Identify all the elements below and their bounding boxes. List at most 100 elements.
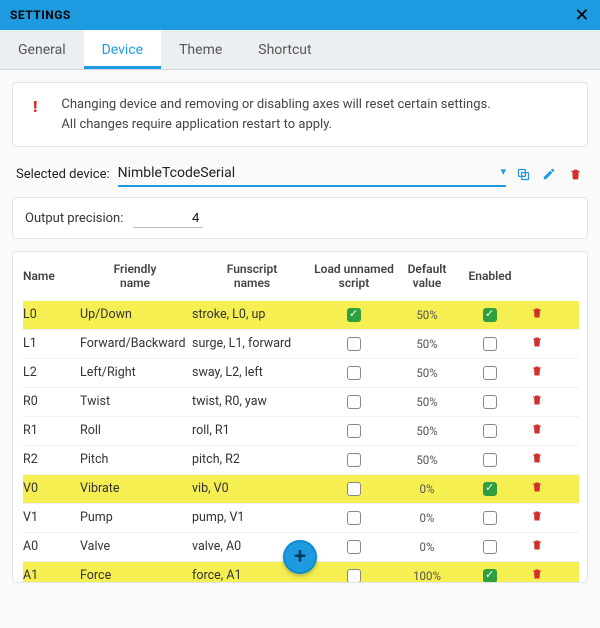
load-unnamed-checkbox[interactable]: [314, 452, 394, 467]
default-value: 50%: [396, 424, 458, 438]
table-row: R1Rollroll, R1 50%: [23, 417, 579, 446]
load-unnamed-checkbox[interactable]: [314, 394, 394, 409]
selected-device-label: Selected device:: [16, 167, 110, 182]
enabled-checkbox[interactable]: [460, 452, 520, 467]
friendly-name: Pump: [80, 510, 190, 525]
delete-row-icon[interactable]: [522, 480, 552, 498]
window-title: SETTINGS: [10, 8, 71, 22]
table-header: NameFriendlynameFunscriptnamesLoad unnam…: [23, 252, 579, 301]
default-value: 50%: [396, 366, 458, 380]
table-row: R0Twisttwist, R0, yaw 50%: [23, 388, 579, 417]
output-precision-card: Output precision:: [12, 197, 588, 239]
delete-row-icon[interactable]: [522, 364, 552, 382]
delete-row-icon[interactable]: [522, 509, 552, 527]
delete-row-icon[interactable]: [522, 422, 552, 440]
device-select[interactable]: NimbleTcodeSerial ▾: [118, 161, 506, 187]
delete-device-icon[interactable]: [566, 165, 584, 183]
default-value: 100%: [396, 569, 458, 582]
axis-name: L2: [23, 365, 78, 380]
default-value: 0%: [396, 511, 458, 525]
friendly-name: Valve: [80, 539, 190, 554]
tab-theme[interactable]: Theme: [161, 30, 240, 69]
enabled-checkbox[interactable]: [460, 365, 520, 380]
table-row: V0Vibratevib, V0 0%: [23, 475, 579, 504]
tab-device[interactable]: Device: [84, 30, 161, 69]
axis-name: R2: [23, 452, 78, 467]
default-value: 50%: [396, 337, 458, 351]
friendly-name: Forward/Backward: [80, 336, 190, 351]
tab-shortcut[interactable]: Shortcut: [240, 30, 329, 69]
load-unnamed-checkbox[interactable]: [314, 510, 394, 525]
funscript-names: pitch, R2: [192, 452, 312, 467]
column-header[interactable]: Enabled: [460, 269, 520, 283]
column-header[interactable]: Defaultvalue: [396, 262, 458, 291]
axes-table: NameFriendlynameFunscriptnamesLoad unnam…: [12, 251, 588, 583]
output-precision-input[interactable]: [133, 208, 203, 228]
load-unnamed-checkbox[interactable]: [314, 365, 394, 380]
default-value: 50%: [396, 308, 458, 322]
axis-name: A1: [23, 568, 78, 582]
title-bar: SETTINGS ✕: [0, 0, 600, 30]
default-value: 0%: [396, 482, 458, 496]
friendly-name: Up/Down: [80, 307, 190, 322]
table-row: L2Left/Rightsway, L2, left 50%: [23, 359, 579, 388]
funscript-names: roll, R1: [192, 423, 312, 438]
load-unnamed-checkbox[interactable]: [314, 307, 394, 322]
table-row: R2Pitchpitch, R2 50%: [23, 446, 579, 475]
axis-name: V0: [23, 481, 78, 496]
enabled-checkbox[interactable]: [460, 510, 520, 525]
funscript-names: stroke, L0, up: [192, 307, 312, 322]
friendly-name: Left/Right: [80, 365, 190, 380]
device-select-value: NimbleTcodeSerial: [118, 165, 236, 181]
load-unnamed-checkbox[interactable]: [314, 568, 394, 582]
warning-banner: ! Changing device and removing or disabl…: [12, 82, 588, 147]
friendly-name: Vibrate: [80, 481, 190, 496]
friendly-name: Pitch: [80, 452, 190, 467]
delete-row-icon[interactable]: [522, 567, 552, 582]
output-precision-label: Output precision:: [25, 211, 123, 226]
delete-row-icon[interactable]: [522, 335, 552, 353]
friendly-name: Force: [80, 568, 190, 582]
load-unnamed-checkbox[interactable]: [314, 423, 394, 438]
enabled-checkbox[interactable]: [460, 307, 520, 322]
edit-device-icon[interactable]: [540, 165, 558, 183]
tab-general[interactable]: General: [0, 30, 84, 69]
column-header[interactable]: Friendlyname: [80, 262, 190, 291]
copy-device-icon[interactable]: [514, 165, 532, 183]
default-value: 50%: [396, 395, 458, 409]
default-value: 50%: [396, 453, 458, 467]
enabled-checkbox[interactable]: [460, 423, 520, 438]
axis-name: R1: [23, 423, 78, 438]
default-value: 0%: [396, 540, 458, 554]
delete-row-icon[interactable]: [522, 393, 552, 411]
funscript-names: twist, R0, yaw: [192, 394, 312, 409]
enabled-checkbox[interactable]: [460, 568, 520, 582]
friendly-name: Roll: [80, 423, 190, 438]
funscript-names: surge, L1, forward: [192, 336, 312, 351]
load-unnamed-checkbox[interactable]: [314, 336, 394, 351]
delete-row-icon[interactable]: [522, 306, 552, 324]
enabled-checkbox[interactable]: [460, 481, 520, 496]
enabled-checkbox[interactable]: [460, 336, 520, 351]
load-unnamed-checkbox[interactable]: [314, 539, 394, 554]
column-header[interactable]: Load unnamedscript: [314, 262, 394, 291]
enabled-checkbox[interactable]: [460, 394, 520, 409]
load-unnamed-checkbox[interactable]: [314, 481, 394, 496]
axis-name: R0: [23, 394, 78, 409]
delete-row-icon[interactable]: [522, 451, 552, 469]
funscript-names: sway, L2, left: [192, 365, 312, 380]
enabled-checkbox[interactable]: [460, 539, 520, 554]
funscript-names: vib, V0: [192, 481, 312, 496]
table-row: L1Forward/Backwardsurge, L1, forward50%: [23, 330, 579, 359]
column-header[interactable]: Funscriptnames: [192, 262, 312, 291]
chevron-down-icon: ▾: [500, 165, 506, 181]
delete-row-icon[interactable]: [522, 538, 552, 556]
tab-bar: GeneralDeviceThemeShortcut: [0, 30, 600, 70]
warning-line-1: Changing device and removing or disablin…: [61, 95, 490, 115]
add-axis-button[interactable]: +: [283, 540, 317, 574]
close-icon[interactable]: ✕: [574, 5, 590, 26]
column-header[interactable]: Name: [23, 269, 78, 283]
friendly-name: Twist: [80, 394, 190, 409]
axis-name: A0: [23, 539, 78, 554]
table-row: V1Pumppump, V10%: [23, 504, 579, 533]
